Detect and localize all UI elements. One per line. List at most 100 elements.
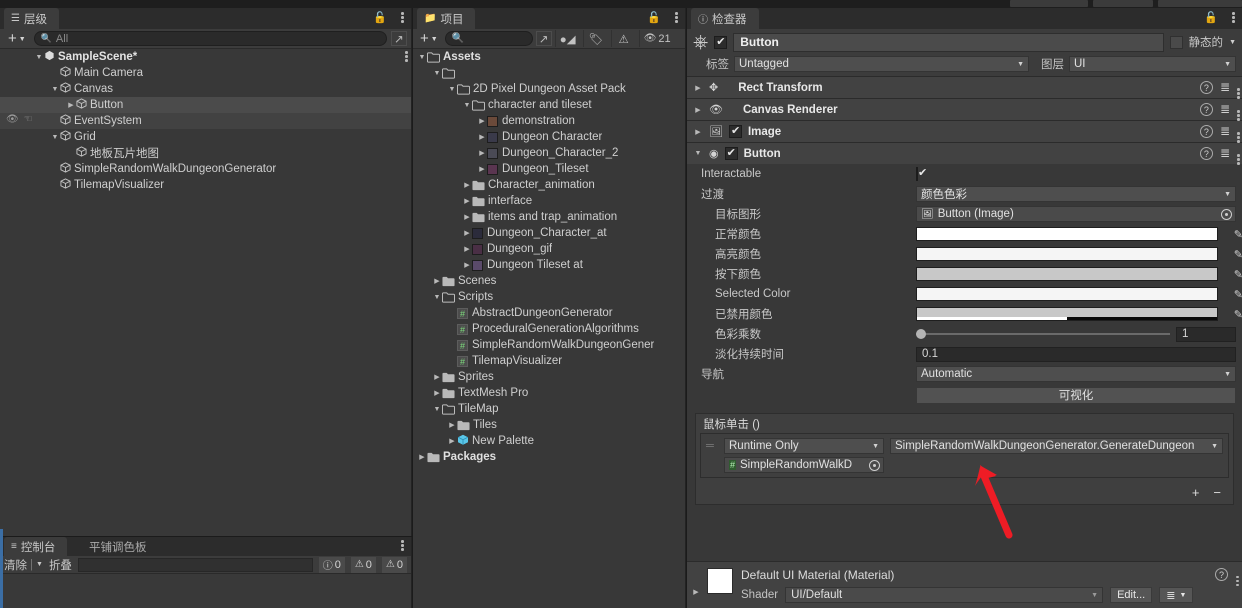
- console-clear-button[interactable]: 清除 | ▼: [4, 557, 43, 573]
- onclick-function-dropdown[interactable]: SimpleRandomWalkDungeonGenerator.Generat…: [890, 438, 1223, 454]
- project-item-character-and-tileset[interactable]: ▼ character and tileset: [413, 97, 685, 113]
- navigation-dropdown[interactable]: Automatic ▼: [916, 366, 1236, 382]
- hierarchy-item-eventsystem[interactable]: 👁 ☜ EventSystem: [0, 113, 411, 129]
- project-item-abstractdungeongenerator[interactable]: # AbstractDungeonGenerator: [413, 305, 685, 321]
- preset-icon[interactable]: ≣: [1220, 146, 1230, 160]
- chevron-down-icon[interactable]: ▼: [693, 150, 703, 157]
- project-item-dungeon-gif[interactable]: ▶ Dungeon_gif: [413, 241, 685, 257]
- filter-by-type-icon[interactable]: ●◢: [554, 30, 580, 47]
- chevron-down-icon[interactable]: ▼: [50, 86, 60, 93]
- drag-handle-icon[interactable]: ═: [706, 440, 718, 451]
- project-item-tilemap[interactable]: ▼ TileMap: [413, 401, 685, 417]
- chevron-right-icon[interactable]: ▶: [432, 389, 442, 397]
- hierarchy-search-input[interactable]: 🔍 All: [33, 31, 387, 46]
- chevron-right-icon[interactable]: ▶: [447, 437, 457, 445]
- hierarchy-item-button[interactable]: ▶ Button: [0, 97, 411, 113]
- color-swatch[interactable]: [916, 267, 1218, 281]
- project-item-character-animation[interactable]: ▶ Character_animation: [413, 177, 685, 193]
- project-item-scripts[interactable]: ▼ Scripts: [413, 289, 685, 305]
- eye-icon[interactable]: 👁: [6, 114, 19, 125]
- console-collapse-button[interactable]: 折叠: [49, 557, 72, 573]
- project-item-scenes[interactable]: ▶ Scenes: [413, 273, 685, 289]
- lock-icon[interactable]: 🔓: [647, 12, 661, 25]
- remove-event-button[interactable]: −: [1213, 485, 1221, 500]
- project-item-dungeon-tileset[interactable]: ▶ Dungeon_Tileset: [413, 161, 685, 177]
- filter-by-label-icon[interactable]: 🏷: [582, 30, 608, 47]
- project-item-dungeon-character[interactable]: ▶ Dungeon Character: [413, 129, 685, 145]
- tab-console[interactable]: ≡ 控制台: [4, 537, 68, 556]
- console-log-count[interactable]: ⓘ 0: [318, 556, 345, 573]
- chevron-right-icon[interactable]: ▶: [447, 421, 457, 429]
- hierarchy-menu-icon[interactable]: [401, 11, 404, 24]
- chevron-right-icon[interactable]: ▶: [417, 453, 427, 461]
- tag-dropdown[interactable]: Untagged ▼: [734, 56, 1029, 72]
- console-menu-icon[interactable]: [401, 539, 404, 552]
- filter-warnings-icon[interactable]: ⚠: [610, 30, 636, 47]
- tab-project[interactable]: 📁 项目: [417, 8, 476, 29]
- chevron-right-icon[interactable]: ▶: [432, 277, 442, 285]
- chevron-down-icon[interactable]: ▼: [417, 54, 427, 61]
- eyedropper-icon[interactable]: ✎: [1234, 268, 1242, 281]
- hand-icon[interactable]: ☜: [24, 114, 33, 125]
- project-item-unnamed[interactable]: ▼: [413, 65, 685, 81]
- eyedropper-icon[interactable]: ✎: [1234, 228, 1242, 241]
- help-icon[interactable]: ?: [1215, 568, 1228, 581]
- project-item-tilemapvisualizer[interactable]: # TilemapVisualizer: [413, 353, 685, 369]
- fade-duration-field[interactable]: 0.1: [916, 346, 1236, 362]
- chevron-down-icon[interactable]: ▼: [462, 102, 472, 109]
- create-asset-button[interactable]: + ▼: [416, 31, 442, 46]
- project-item-dungeon-tileset-at[interactable]: ▶ Dungeon Tileset at: [413, 257, 685, 273]
- console-error-count[interactable]: ⚠ 0: [381, 556, 407, 573]
- eyedropper-icon[interactable]: ✎: [1234, 288, 1242, 301]
- project-item-assets[interactable]: ▼ Assets: [413, 49, 685, 65]
- chevron-right-icon[interactable]: ▶: [477, 133, 487, 141]
- chevron-down-icon[interactable]: ▼: [447, 86, 457, 93]
- object-picker-icon[interactable]: [869, 460, 880, 471]
- object-picker-icon[interactable]: [1221, 209, 1232, 220]
- chevron-right-icon[interactable]: ▶: [693, 84, 703, 92]
- chevron-down-icon[interactable]: ▼: [50, 134, 60, 141]
- preset-icon[interactable]: ≣: [1220, 80, 1230, 94]
- object-name-field[interactable]: Button: [733, 32, 1164, 52]
- help-icon[interactable]: ?: [1199, 124, 1213, 138]
- help-icon[interactable]: ?: [1199, 80, 1213, 94]
- hierarchy-item-canvas[interactable]: ▼ Canvas: [0, 81, 411, 97]
- chevron-right-icon[interactable]: ▶: [462, 197, 472, 205]
- help-icon[interactable]: ?: [1199, 146, 1213, 160]
- color-swatch[interactable]: [916, 247, 1218, 261]
- layer-dropdown[interactable]: UI ▼: [1069, 56, 1236, 72]
- runtime-mode-dropdown[interactable]: Runtime Only ▼: [724, 438, 884, 454]
- project-item-packages[interactable]: ▶ Packages: [413, 449, 685, 465]
- component-header[interactable]: ▼ ◉ Button ? ≣: [687, 143, 1242, 165]
- project-item-proceduralgenerationalgorithms[interactable]: # ProceduralGenerationAlgorithms: [413, 321, 685, 337]
- hierarchy-expand-icon[interactable]: ↗: [391, 31, 407, 46]
- console-warning-count[interactable]: ⚠ 0: [350, 556, 376, 573]
- chevron-down-icon[interactable]: ▼: [432, 294, 442, 301]
- tab-inspector[interactable]: ⓘ 检查器: [691, 8, 759, 29]
- shader-options-button[interactable]: ≣ ▼: [1159, 587, 1194, 603]
- project-item-interface[interactable]: ▶ interface: [413, 193, 685, 209]
- object-enabled-checkbox[interactable]: [714, 35, 728, 49]
- chevron-right-icon[interactable]: ▶: [477, 117, 487, 125]
- component-header[interactable]: ▶ 🖼 Image ? ≣: [687, 121, 1242, 143]
- static-dropdown-icon[interactable]: ▼: [1229, 39, 1236, 46]
- chevron-down-icon[interactable]: ▼: [34, 54, 44, 61]
- chevron-right-icon[interactable]: ▶: [477, 165, 487, 173]
- lock-icon[interactable]: 🔓: [373, 12, 387, 25]
- preset-icon[interactable]: ≣: [1220, 124, 1230, 138]
- project-item-textmesh-pro[interactable]: ▶ TextMesh Pro: [413, 385, 685, 401]
- chevron-right-icon[interactable]: ▶: [477, 149, 487, 157]
- hierarchy-item--[interactable]: 地板瓦片地图: [0, 145, 411, 161]
- inspector-menu-icon[interactable]: [1232, 11, 1235, 24]
- hierarchy-item-main-camera[interactable]: Main Camera: [0, 65, 411, 81]
- project-expand-icon[interactable]: ↗: [535, 31, 552, 46]
- eyedropper-icon[interactable]: ✎: [1234, 248, 1242, 261]
- toolbar-chunk-3[interactable]: [1158, 0, 1242, 7]
- tab-tile-palette[interactable]: 平铺调色板: [82, 537, 159, 556]
- color-multiplier-field[interactable]: 1: [1176, 326, 1236, 342]
- add-event-button[interactable]: +: [1192, 485, 1200, 500]
- color-multiplier-slider[interactable]: [916, 327, 1170, 342]
- shader-dropdown[interactable]: UI/Default ▼: [785, 587, 1104, 603]
- static-checkbox[interactable]: [1169, 35, 1183, 49]
- add-gameobject-button[interactable]: + ▼: [4, 31, 30, 46]
